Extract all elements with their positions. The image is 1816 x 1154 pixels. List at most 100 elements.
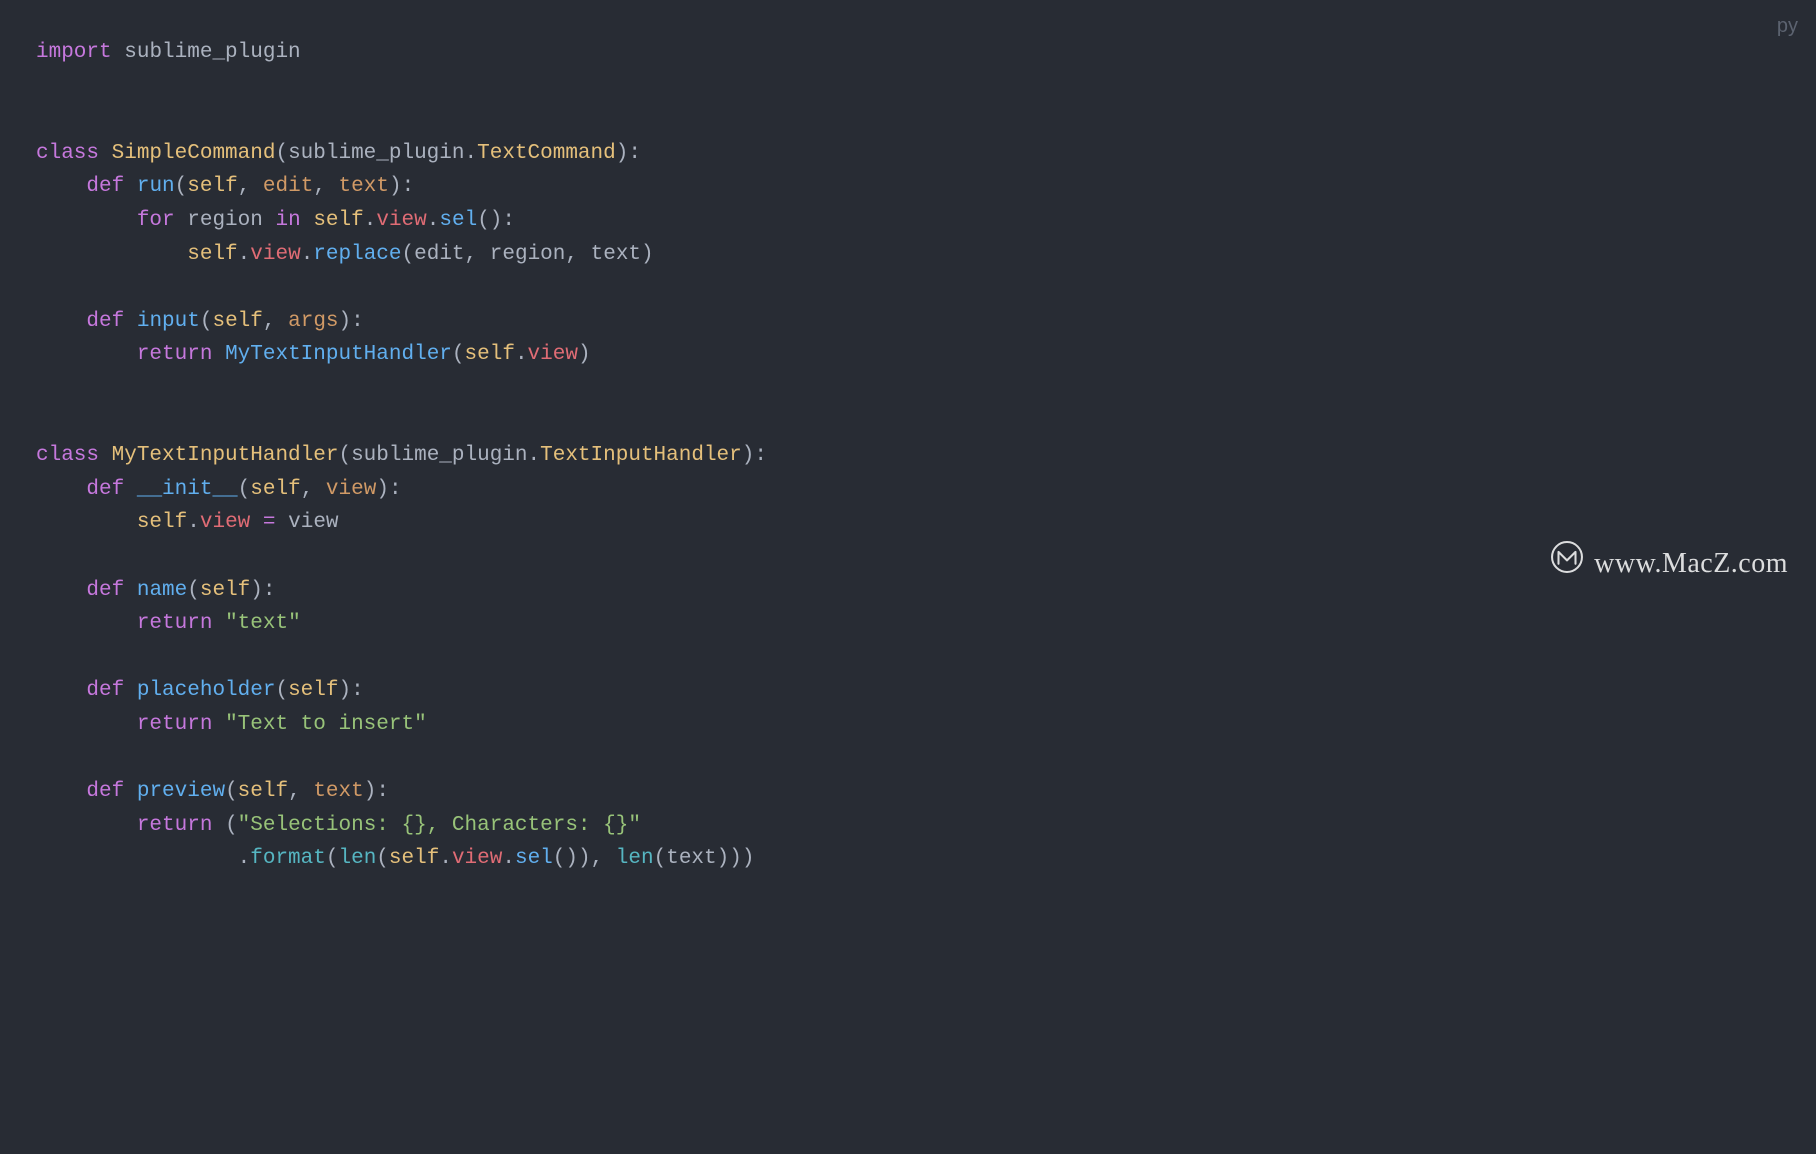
arg: region: [490, 243, 566, 266]
param-self: self: [238, 780, 288, 803]
self-ref: self: [389, 847, 439, 870]
punct: ):: [364, 780, 389, 803]
param-self: self: [212, 310, 262, 333]
punct: .: [187, 511, 200, 534]
self-ref: self: [465, 343, 515, 366]
punct: (: [654, 847, 667, 870]
self-ref: self: [137, 511, 187, 534]
punct: (: [225, 780, 238, 803]
punct: ):: [742, 444, 767, 467]
method-name: name: [137, 579, 187, 602]
class-call: MyTextInputHandler: [225, 343, 452, 366]
keyword-def: def: [86, 780, 124, 803]
builtin-call: len: [338, 847, 376, 870]
arg: text: [666, 847, 716, 870]
punct: ):: [250, 579, 275, 602]
method-name: placeholder: [137, 679, 276, 702]
punct: (: [275, 142, 288, 165]
punct: .: [301, 243, 314, 266]
punct: ):: [376, 478, 401, 501]
self-ref: self: [187, 243, 237, 266]
var: region: [187, 209, 263, 232]
base-module: sublime_plugin: [351, 444, 527, 467]
method-name: __init__: [137, 478, 238, 501]
punct: ,: [565, 243, 590, 266]
keyword-def: def: [86, 478, 124, 501]
param: text: [339, 175, 389, 198]
param: text: [313, 780, 363, 803]
punct: (: [175, 175, 188, 198]
op-assign: =: [263, 511, 276, 534]
punct: ): [641, 243, 654, 266]
keyword-def: def: [86, 679, 124, 702]
keyword-import: import: [36, 41, 112, 64]
punct: (: [376, 847, 389, 870]
param-self: self: [187, 175, 237, 198]
param-self: self: [288, 679, 338, 702]
punct: (: [200, 310, 213, 333]
string-literal: "text": [225, 612, 301, 635]
punct: .: [238, 243, 251, 266]
method-name: input: [137, 310, 200, 333]
keyword-class: class: [36, 142, 99, 165]
arg: edit: [414, 243, 464, 266]
attr: view: [528, 343, 578, 366]
class-name: SimpleCommand: [112, 142, 276, 165]
punct: ,: [301, 478, 326, 501]
base-class: TextInputHandler: [540, 444, 742, 467]
code-editor-content[interactable]: import sublime_plugin class SimpleComman…: [0, 0, 1816, 876]
punct: ):: [616, 142, 641, 165]
param: view: [326, 478, 376, 501]
keyword-def: def: [86, 310, 124, 333]
watermark-logo-icon: [1550, 540, 1584, 589]
punct: ):: [339, 310, 364, 333]
class-name: MyTextInputHandler: [112, 444, 339, 467]
method-call: sel: [439, 209, 477, 232]
param-self: self: [250, 478, 300, 501]
punct: ,: [465, 243, 490, 266]
var: view: [288, 511, 338, 534]
attr: view: [452, 847, 502, 870]
keyword-return: return: [137, 612, 213, 635]
punct: .: [238, 847, 251, 870]
punct: (: [402, 243, 415, 266]
keyword-def: def: [86, 175, 124, 198]
keyword-return: return: [137, 713, 213, 736]
punct: .: [465, 142, 478, 165]
punct: ): [578, 343, 591, 366]
base-module: sublime_plugin: [288, 142, 464, 165]
watermark-text: www.MacZ.com: [1594, 542, 1788, 587]
string-literal: "Selections: {}, Characters: {}": [238, 814, 641, 837]
method-name: preview: [137, 780, 225, 803]
base-class: TextCommand: [477, 142, 616, 165]
punct: (: [326, 847, 339, 870]
punct: ):: [339, 679, 364, 702]
punct: (: [452, 343, 465, 366]
punct: ))): [717, 847, 755, 870]
punct: .: [502, 847, 515, 870]
punct: .: [515, 343, 528, 366]
method-call: replace: [313, 243, 401, 266]
punct: (: [275, 679, 288, 702]
punct: ,: [313, 175, 338, 198]
attr: view: [376, 209, 426, 232]
string-literal: "Text to insert": [225, 713, 427, 736]
punct: (: [238, 478, 251, 501]
self-ref: self: [313, 209, 363, 232]
punct: ):: [389, 175, 414, 198]
watermark: www.MacZ.com: [1550, 540, 1788, 589]
language-badge: py: [1777, 10, 1798, 42]
punct: .: [439, 847, 452, 870]
punct: (: [338, 444, 351, 467]
method-call: sel: [515, 847, 553, 870]
module-name: sublime_plugin: [124, 41, 300, 64]
punct: ()),: [553, 847, 616, 870]
punct: .: [364, 209, 377, 232]
attr: view: [250, 243, 300, 266]
attr: view: [200, 511, 250, 534]
punct: .: [528, 444, 541, 467]
arg: text: [591, 243, 641, 266]
param-self: self: [200, 579, 250, 602]
keyword-for: for: [137, 209, 175, 232]
param: edit: [263, 175, 313, 198]
